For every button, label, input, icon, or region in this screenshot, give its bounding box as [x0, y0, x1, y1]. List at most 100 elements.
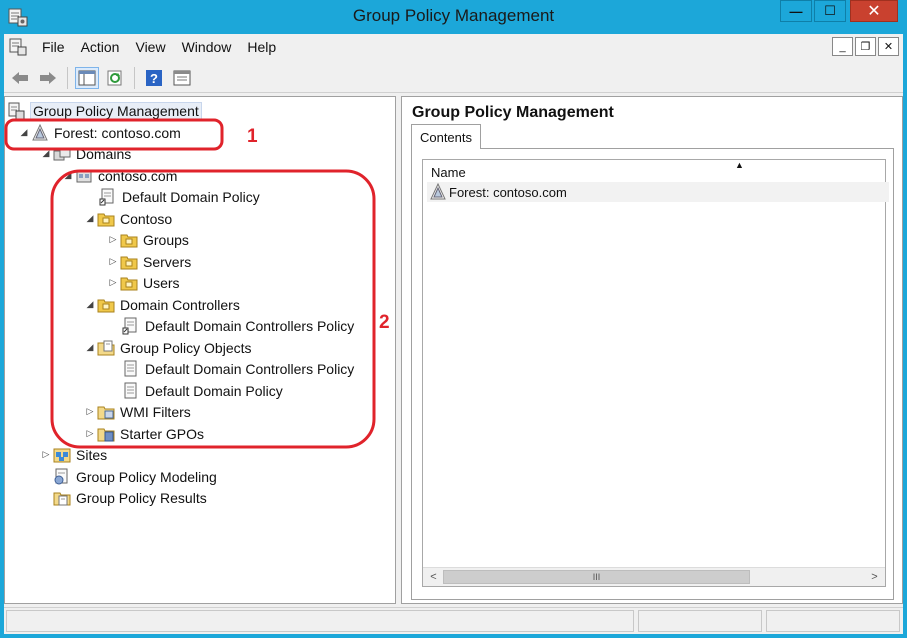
menu-action[interactable]: Action — [73, 36, 128, 58]
tree-item-label: Default Domain Policy — [122, 188, 260, 205]
tree-item-sites[interactable]: ▷ Sites — [39, 444, 108, 465]
tree-item-forest[interactable]: ◢ Forest: contoso.com — [17, 122, 181, 143]
result-pane-title: Group Policy Management — [412, 104, 614, 121]
tree-item-contoso-ou[interactable]: ◢ Contoso — [83, 208, 173, 229]
result-pane: Group Policy Management Contents Name ▲ … — [401, 96, 903, 604]
horizontal-scrollbar[interactable]: < III > — [423, 567, 885, 586]
tree-item-label: contoso.com — [98, 167, 178, 184]
sort-ascending-icon: ▲ — [735, 160, 744, 170]
tree-item-dc-policy-link[interactable]: Default Domain Controllers Policy — [122, 315, 354, 336]
status-cell — [6, 610, 634, 632]
column-header-label: Name — [431, 165, 466, 180]
scrollbar-thumb[interactable]: III — [443, 570, 750, 584]
expanded-triangle-icon[interactable]: ◢ — [83, 342, 97, 353]
menu-help[interactable]: Help — [239, 36, 284, 58]
minimize-icon: — — [789, 3, 803, 19]
tree-item-group-policy-objects[interactable]: ◢ Group Policy Objects — [83, 337, 252, 358]
status-cell — [638, 610, 762, 632]
console-tree[interactable]: Group Policy Management ◢ Forest: contos… — [4, 96, 396, 604]
menu-view[interactable]: View — [127, 36, 173, 58]
gpo-link-icon — [122, 317, 140, 335]
expanded-triangle-icon[interactable]: ◢ — [39, 148, 53, 159]
tree-item-label: WMI Filters — [120, 403, 191, 420]
contents-tab-panel: Name ▲ Forest: contoso.com < III > — [411, 148, 894, 600]
forward-button[interactable] — [36, 67, 60, 89]
tree-item-users-ou[interactable]: ▷ Users — [106, 272, 180, 293]
help-button[interactable]: ? — [142, 67, 166, 89]
collapsed-triangle-icon[interactable]: ▷ — [106, 234, 120, 245]
status-bar — [4, 607, 903, 634]
scroll-right-arrow-icon[interactable]: > — [866, 568, 883, 586]
tree-item-domain-contoso[interactable]: ◢ contoso.com — [61, 165, 178, 186]
system-menu-icon[interactable] — [8, 37, 28, 57]
tree-item-label: Default Domain Controllers Policy — [145, 360, 355, 377]
maximize-icon: ☐ — [824, 3, 836, 18]
tree-item-label: Group Policy Results — [76, 489, 207, 506]
tree-item-default-domain-policy-link[interactable]: Default Domain Policy — [99, 186, 260, 207]
modeling-icon — [53, 468, 71, 486]
expanded-triangle-icon[interactable]: ◢ — [61, 170, 75, 181]
tree-item-domain-controllers-ou[interactable]: ◢ Domain Controllers — [83, 294, 240, 315]
ou-folder-icon — [97, 296, 115, 314]
tree-item-group-policy-results[interactable]: Group Policy Results — [53, 487, 207, 508]
mdi-minimize-button[interactable]: _ — [832, 37, 853, 56]
properties-button[interactable] — [170, 67, 194, 89]
ou-folder-icon — [120, 253, 138, 271]
mdi-close-button[interactable]: ✕ — [878, 37, 899, 56]
tree-item-gpo-dc-policy[interactable]: Default Domain Controllers Policy — [122, 358, 354, 379]
menu-file[interactable]: File — [34, 36, 73, 58]
properties-icon — [173, 70, 191, 85]
tab-contents[interactable]: Contents — [411, 124, 481, 149]
show-hide-tree-button[interactable] — [75, 66, 99, 89]
gpo-container-icon — [97, 339, 115, 357]
sites-icon — [53, 446, 71, 464]
toolbar-separator — [134, 66, 135, 89]
column-header-name[interactable]: Name ▲ — [423, 160, 885, 182]
gpo-icon — [122, 382, 140, 400]
tree-item-group-policy-modeling[interactable]: Group Policy Modeling — [53, 466, 217, 487]
contents-list[interactable]: Name ▲ Forest: contoso.com < III > — [422, 159, 889, 587]
tree-item-label: Users — [143, 274, 180, 291]
toolbar-separator — [67, 66, 68, 89]
menu-window[interactable]: Window — [174, 36, 240, 58]
gpo-link-icon — [99, 188, 117, 206]
annotation-label-1: 1 — [247, 126, 258, 147]
tree-item-gpo-domain-policy[interactable]: Default Domain Policy — [122, 380, 283, 401]
collapsed-triangle-icon[interactable]: ▷ — [83, 428, 97, 439]
ou-folder-icon — [120, 274, 138, 292]
list-item[interactable]: Forest: contoso.com — [427, 182, 889, 202]
tree-item-group-policy-management[interactable]: Group Policy Management — [7, 100, 202, 121]
tree-item-label: Servers — [143, 253, 192, 270]
tree-item-groups-ou[interactable]: ▷ Groups — [106, 229, 189, 250]
tree-item-servers-ou[interactable]: ▷ Servers — [106, 251, 192, 272]
expanded-triangle-icon[interactable]: ◢ — [83, 213, 97, 224]
tree-item-domains[interactable]: ◢ Domains — [39, 143, 132, 164]
results-icon — [53, 489, 71, 507]
tree-item-label: Groups — [143, 231, 189, 248]
back-button[interactable] — [8, 67, 32, 89]
gpmc-root-icon — [7, 102, 25, 120]
forest-icon — [31, 123, 49, 142]
collapsed-triangle-icon[interactable]: ▷ — [106, 256, 120, 267]
collapsed-triangle-icon[interactable]: ▷ — [83, 406, 97, 417]
minimize-button[interactable]: — — [780, 0, 812, 22]
show-hide-tree-icon — [78, 70, 96, 85]
tree-item-wmi-filters[interactable]: ▷ WMI Filters — [83, 401, 191, 422]
scroll-left-arrow-icon[interactable]: < — [425, 568, 442, 586]
title-bar[interactable]: Group Policy Management — ☐ ✕ — [0, 0, 907, 34]
maximize-button[interactable]: ☐ — [814, 0, 846, 22]
expanded-triangle-icon[interactable]: ◢ — [17, 127, 31, 138]
collapsed-triangle-icon[interactable]: ▷ — [39, 449, 53, 460]
collapsed-triangle-icon[interactable]: ▷ — [106, 277, 120, 288]
tree-item-starter-gpos[interactable]: ▷ Starter GPOs — [83, 423, 205, 444]
ou-folder-icon — [120, 231, 138, 249]
gpo-icon — [122, 360, 140, 378]
tree-item-label: Domains — [76, 145, 132, 162]
help-icon: ? — [146, 69, 162, 86]
expanded-triangle-icon[interactable]: ◢ — [83, 299, 97, 310]
close-button[interactable]: ✕ — [850, 0, 898, 22]
refresh-button[interactable] — [103, 67, 127, 89]
mdi-restore-button[interactable]: ❐ — [855, 37, 876, 56]
toolbar: ? — [4, 63, 903, 93]
forward-icon — [40, 71, 56, 84]
